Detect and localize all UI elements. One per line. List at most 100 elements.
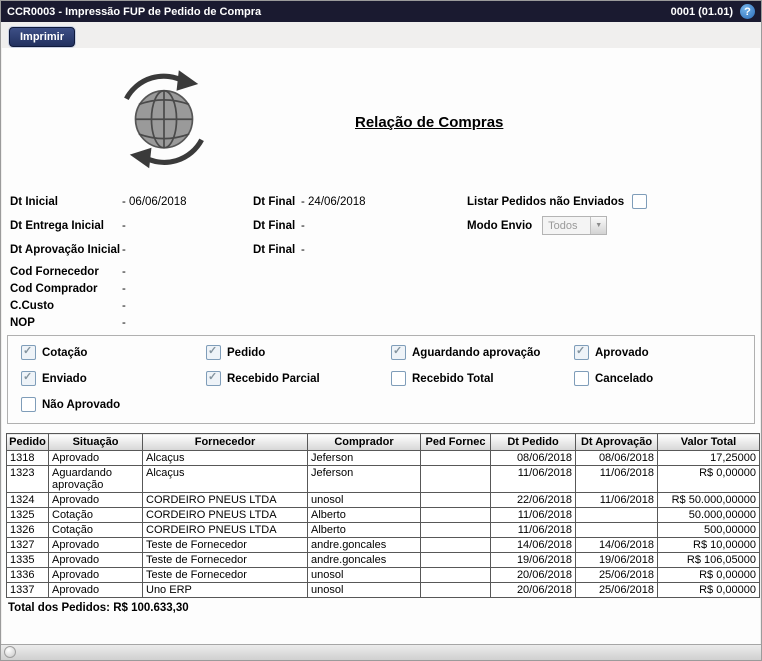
checkbox-icon[interactable] (574, 371, 589, 386)
status-filter-item: Cancelado (574, 371, 741, 386)
status-filter-item: Recebido Total (391, 371, 574, 386)
status-filter-item: Enviado (21, 370, 206, 386)
status-filter-box: Cotação Pedido Aguardando aprovação Aprovad… (7, 335, 755, 424)
filter-value: - (122, 316, 126, 329)
toolbar: Imprimir (1, 22, 761, 51)
checkbox-icon[interactable] (21, 397, 36, 412)
table-cell: 1323 (6, 465, 49, 493)
status-filter-label: Cotação (42, 346, 88, 359)
table-cell (420, 465, 491, 493)
column-header: Fornecedor (142, 433, 308, 451)
table-cell: 14/06/2018 (575, 537, 658, 553)
window-title: CCR0003 - Impressão FUP de Pedido de Com… (7, 5, 262, 18)
filter-value: - (301, 243, 305, 256)
report-header: Relação de Compras (2, 48, 760, 190)
table-cell: Alberto (307, 507, 421, 523)
table-cell (420, 492, 491, 508)
table-cell (575, 507, 658, 523)
filter-label: Dt Final (253, 219, 296, 232)
table-cell: 1326 (6, 522, 49, 538)
table-cell: 11/06/2018 (575, 492, 658, 508)
column-header: Valor Total (657, 433, 760, 451)
table-cell: Aprovado (48, 552, 143, 568)
table-cell (575, 522, 658, 538)
modo-envio-select[interactable]: Todos ▼ (542, 216, 608, 235)
column-header: Pedido (6, 433, 49, 451)
table-cell (420, 567, 491, 583)
table-cell: Cotação (48, 522, 143, 538)
table-cell: R$ 10,00000 (657, 537, 760, 553)
orders-total: Total dos Pedidos: R$ 100.633,30 (8, 602, 189, 614)
table-cell: 1327 (6, 537, 49, 553)
filter-value: - 06/06/2018 (122, 195, 187, 208)
print-button[interactable]: Imprimir (9, 27, 76, 47)
table-cell: 08/06/2018 (490, 450, 576, 466)
filter-label: Dt Final (253, 243, 296, 256)
scrollbar-thumb[interactable] (4, 646, 16, 658)
filter-value: - (122, 299, 126, 312)
status-filter-item: Não Aprovado (21, 397, 206, 412)
table-cell: Teste de Fornecedor (142, 567, 308, 583)
filter-row-ccusto: C.Custo - (10, 298, 752, 313)
table-row: 1318 Aprovado Alcaçus Jeferson 08/06/2018 08/… (6, 450, 760, 466)
sync-globe-logo (124, 70, 204, 169)
modo-envio-label: Modo Envio (467, 219, 533, 232)
filter-row-cod-comprador: Cod Comprador - (10, 281, 752, 296)
table-cell: Teste de Fornecedor (142, 552, 308, 568)
status-filter-label: Não Aprovado (42, 398, 121, 411)
filter-label: Dt Final (253, 195, 296, 208)
table-cell: 14/06/2018 (490, 537, 576, 553)
table-cell: 1335 (6, 552, 49, 568)
table-cell: 25/06/2018 (575, 582, 658, 598)
table-cell: 1337 (6, 582, 49, 598)
filter-value: - (122, 219, 126, 232)
table-cell: andre.goncales (307, 552, 421, 568)
table-row: 1323 Aguardando aprovação Alcaçus Jeferson 1… (6, 465, 760, 493)
status-filter-label: Recebido Parcial (227, 372, 320, 385)
table-row: 1324 Aprovado CORDEIRO PNEUS LTDA unosol 22/… (6, 492, 760, 508)
checkbox-icon[interactable] (21, 370, 36, 386)
checkbox-icon[interactable] (574, 344, 589, 360)
table-cell: Jeferson (307, 465, 421, 493)
listar-pedidos-checkbox[interactable] (632, 194, 648, 209)
table-cell: 19/06/2018 (490, 552, 576, 568)
checkbox-icon[interactable] (206, 344, 221, 360)
status-filter-item: Pedido (206, 344, 391, 360)
table-cell: CORDEIRO PNEUS LTDA (142, 492, 308, 508)
table-row: 1335 Aprovado Teste de Fornecedor andre.gon… (6, 552, 760, 568)
table-cell: 11/06/2018 (490, 465, 576, 493)
table-cell: Aprovado (48, 450, 143, 466)
help-icon[interactable]: ? (740, 4, 755, 19)
table-cell: 17,25000 (657, 450, 760, 466)
filter-row-dt-entrega: Dt Entrega Inicial - Dt Final - Modo Env… (10, 216, 752, 235)
report-title: Relação de Compras (355, 114, 504, 131)
table-row: 1337 Aprovado Uno ERP unosol 20/06/2018 25/06… (6, 582, 760, 598)
column-header: Dt Pedido (490, 433, 576, 451)
filter-label: Cod Fornecedor (10, 265, 99, 278)
table-row: 1326 Cotação CORDEIRO PNEUS LTDA Alberto 11/… (6, 522, 760, 538)
filter-row-dt-aprovacao: Dt Aprovação Inicial - Dt Final - (10, 242, 752, 257)
table-cell: unosol (307, 582, 421, 598)
version-label: 0001 (01.01) (670, 5, 733, 18)
listar-pedidos-label: Listar Pedidos não Enviados (467, 195, 625, 208)
table-row: 1325 Cotação CORDEIRO PNEUS LTDA Alberto 11/… (6, 507, 760, 523)
table-cell: 20/06/2018 (490, 567, 576, 583)
checkbox-icon[interactable] (206, 370, 221, 386)
table-cell: Uno ERP (142, 582, 308, 598)
table-cell: 50.000,00000 (657, 507, 760, 523)
table-cell: R$ 0,00000 (657, 567, 760, 583)
checkbox-icon[interactable] (391, 344, 406, 360)
table-cell: R$ 50.000,00000 (657, 492, 760, 508)
checkbox-icon[interactable] (391, 371, 406, 386)
filter-row-cod-fornecedor: Cod Fornecedor - (10, 264, 752, 279)
horizontal-scrollbar[interactable] (1, 644, 761, 660)
table-cell: 1324 (6, 492, 49, 508)
checkbox-icon[interactable] (21, 344, 36, 360)
table-cell: 11/06/2018 (575, 465, 658, 493)
filter-label: Dt Entrega Inicial (10, 219, 104, 232)
titlebar: CCR0003 - Impressão FUP de Pedido de Com… (1, 1, 761, 22)
table-cell (420, 552, 491, 568)
table-header-row: Pedido Situação Fornecedor Comprador Ped For… (6, 433, 760, 451)
table-cell: 19/06/2018 (575, 552, 658, 568)
table-cell: 11/06/2018 (490, 522, 576, 538)
